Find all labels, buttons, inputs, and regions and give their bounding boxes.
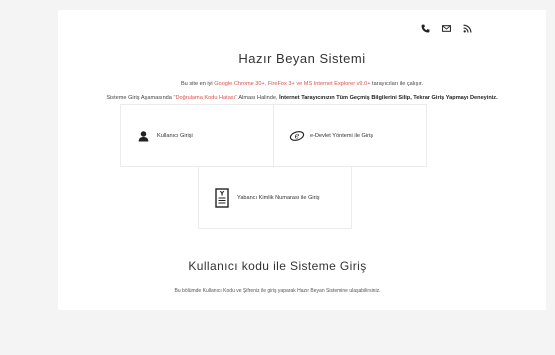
foreign-id-login-label: Yabancı Kimlik Numarası ile Giriş [237,194,320,201]
error-notice-error-name: "Doğrulama Kodu Hatası" [173,95,238,101]
user-login-option[interactable]: Kullanıcı Girişi [120,104,274,167]
svg-text:e: e [295,131,300,140]
error-notice: Sisteme Giriş Aşamasında "Doğrulama Kodu… [58,95,546,101]
mail-icon[interactable] [442,24,451,33]
browser-notice: Bu site en iyi Google Chrome 30+, FireFo… [58,81,546,87]
error-notice-middle: Alması Halinde, [237,95,280,101]
id-card-icon: Y [215,187,229,208]
section-description: Bu bölümde Kullanıcı Kodu ve Şifreniz il… [174,288,381,294]
error-notice-prefix: Sisteme Giriş Aşamasında [106,95,174,101]
browser-notice-suffix: tarayıcıları ile çalışır. [370,81,424,87]
rss-icon[interactable] [463,24,472,33]
user-login-label: Kullanıcı Girişi [157,132,193,139]
browser-notice-browsers: Google Chrome 30+, FireFox 3+ ve MS Inte… [214,81,371,87]
phone-icon[interactable] [421,24,430,33]
edevlet-login-option[interactable]: e e-Devlet Yöntemi ile Giriş [273,104,427,167]
edevlet-login-label: e-Devlet Yöntemi ile Giriş [310,132,374,139]
svg-text:Y: Y [219,190,225,197]
browser-notice-prefix: Bu site en iyi [180,81,215,87]
foreign-id-login-option[interactable]: Y Yabancı Kimlik Numarası ile Giriş [198,166,352,229]
error-notice-bold: İnternet Tarayıcınızın Tüm Geçmiş Bilgil… [279,95,498,101]
section-heading: Kullanıcı kodu ile Sisteme Giriş [188,259,367,273]
edevlet-icon: e [289,130,305,141]
page-title: Hazır Beyan Sistemi [238,51,366,66]
top-icons [421,24,472,33]
user-icon [138,130,149,141]
